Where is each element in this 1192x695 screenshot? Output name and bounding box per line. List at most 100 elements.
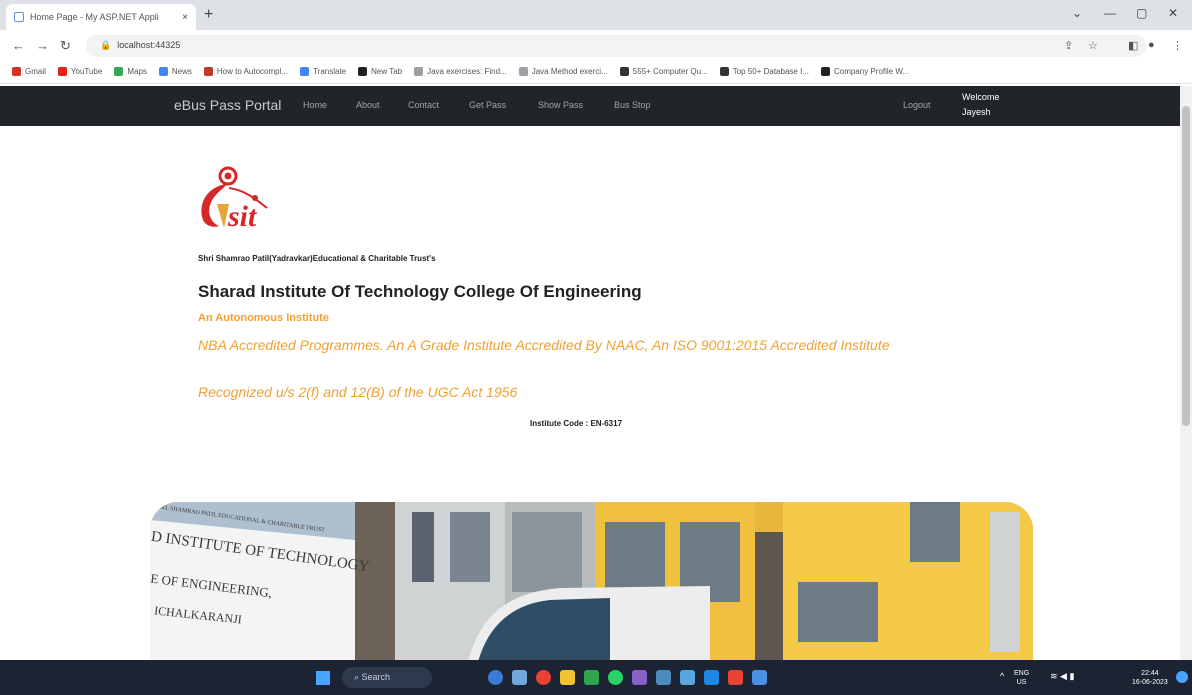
new-tab-button[interactable]: +	[204, 6, 213, 24]
bookmark-item[interactable]: Java exercises: Find...	[414, 67, 507, 76]
bookmark-item[interactable]: Gmail	[12, 67, 46, 76]
nav-link-contact[interactable]: Contact	[408, 100, 439, 110]
bookmark-favicon-icon	[158, 67, 168, 76]
welcome-label: Welcome	[962, 92, 1000, 102]
bookmark-item[interactable]: Java Method exerci...	[518, 67, 608, 76]
search-icon: ⌕	[354, 672, 362, 682]
recognition-text: Recognized u/s 2(f) and 12(B) of the UGC…	[198, 384, 518, 400]
bookmark-label: News	[171, 67, 192, 76]
visual-studio-icon[interactable]	[632, 670, 647, 685]
bookmark-favicon-icon	[820, 67, 830, 76]
autonomous-label: An Autonomous Institute	[198, 312, 329, 324]
bookmark-item[interactable]: News	[158, 67, 192, 76]
close-window-button[interactable]: ✕	[1168, 6, 1178, 20]
browser-tab[interactable]: Home Page - My ASP.NET Appli ×	[6, 4, 196, 30]
language-indicator[interactable]: ENG US	[1014, 669, 1029, 687]
bookmark-item[interactable]: 555+ Computer Qu...	[619, 67, 708, 76]
svg-text:sit: sit	[227, 200, 258, 233]
lock-icon: 🔒	[100, 40, 112, 50]
tab-close-icon[interactable]: ×	[182, 12, 188, 23]
bookmark-star-icon[interactable]: ☆	[1088, 39, 1098, 52]
page-favicon-icon	[14, 12, 24, 22]
bookmark-favicon-icon	[358, 67, 368, 76]
bookmark-label: Top 50+ Database I...	[732, 67, 809, 76]
bookmark-label: Maps	[127, 67, 147, 76]
profile-avatar-icon[interactable]: ●	[1148, 39, 1155, 51]
bookmark-favicon-icon	[203, 67, 213, 76]
bookmarks-bar: Gmail YouTube Maps News How to Autocompl... T…	[0, 60, 1192, 84]
navbar-brand[interactable]: eBus Pass Portal	[174, 97, 281, 113]
widgets-icon[interactable]	[488, 670, 503, 685]
bookmark-item[interactable]: Top 50+ Database I...	[719, 67, 809, 76]
chrome-icon[interactable]	[536, 670, 551, 685]
back-button[interactable]: ←	[12, 38, 25, 53]
tab-search-icon[interactable]: ⌄	[1072, 6, 1082, 20]
bookmark-label: Translate	[313, 67, 347, 76]
address-bar[interactable]: 🔒 localhost:44325	[86, 35, 1146, 57]
app-icon-3[interactable]	[728, 670, 743, 685]
bookmark-item[interactable]: Maps	[114, 67, 147, 76]
windows-start-icon[interactable]	[316, 671, 330, 685]
bookmark-favicon-icon	[719, 67, 729, 76]
app-icon-4[interactable]	[752, 670, 767, 685]
bookmark-favicon-icon	[414, 67, 424, 76]
minimize-button[interactable]: —	[1104, 6, 1116, 20]
institute-code: Institute Code : EN-6317	[530, 419, 623, 428]
bookmark-favicon-icon	[12, 67, 21, 76]
nav-link-about[interactable]: About	[356, 100, 380, 110]
region-label: US	[1016, 679, 1027, 686]
bookmark-label: YouTube	[70, 67, 103, 76]
bookmark-item[interactable]: New Tab	[358, 67, 402, 76]
sidepanel-icon[interactable]: ◧	[1128, 39, 1138, 52]
bookmark-item[interactable]: YouTube	[57, 67, 103, 76]
nav-link-show-pass[interactable]: Show Pass	[538, 100, 583, 110]
logout-link[interactable]: Logout	[903, 100, 931, 110]
bookmark-favicon-icon	[57, 67, 67, 76]
tab-title: Home Page - My ASP.NET Appli	[30, 12, 159, 22]
bookmark-favicon-icon	[619, 67, 629, 76]
bookmark-item[interactable]: Company Profile W...	[820, 67, 909, 76]
vscode-icon[interactable]	[704, 670, 719, 685]
clock[interactable]: 22:44 16-06-2023	[1132, 669, 1168, 687]
accreditation-text: NBA Accredited Programmes. An A Grade In…	[198, 337, 890, 353]
whatsapp-icon[interactable]	[608, 670, 623, 685]
app-icon[interactable]	[656, 670, 671, 685]
trust-name: Shri Shamrao Patil(Yadravkar)Educational…	[198, 254, 436, 263]
clock-time: 22:44	[1141, 670, 1159, 677]
bookmark-item[interactable]: Translate	[300, 67, 346, 76]
bookmark-label: Java exercises: Find...	[427, 67, 507, 76]
bookmark-label: 555+ Computer Qu...	[632, 67, 708, 76]
app-icon-2[interactable]	[680, 670, 695, 685]
browser-menu-icon[interactable]: ⋮	[1172, 39, 1183, 52]
bookmark-label: New Tab	[371, 67, 403, 76]
page-scrollbar[interactable]	[1180, 86, 1192, 660]
forward-button[interactable]: →	[36, 38, 49, 53]
bookmark-item[interactable]: How to Autocompl...	[203, 67, 288, 76]
taskbar-search[interactable]: ⌕ Search	[342, 667, 432, 688]
notification-icon[interactable]	[1176, 671, 1188, 683]
reload-button[interactable]: ↻	[60, 38, 71, 54]
browser-tabstrip: Home Page - My ASP.NET Appli × + ⌄ — ▢ ✕	[0, 0, 1192, 30]
language-label: ENG	[1014, 670, 1030, 677]
wifi-volume-battery-icon[interactable]: ≋ ◀ ▮	[1050, 672, 1074, 681]
tray-chevron-icon[interactable]: ^	[1000, 672, 1004, 681]
nav-link-get-pass[interactable]: Get Pass	[469, 100, 506, 110]
sit-logo: sit	[197, 164, 277, 236]
scrollbar-thumb[interactable]	[1182, 106, 1190, 426]
college-name: Sharad Institute Of Technology College O…	[198, 282, 642, 301]
nav-link-bus-stop[interactable]: Bus Stop	[614, 100, 651, 110]
bookmark-label: Java Method exerci...	[531, 67, 608, 76]
task-view-icon[interactable]	[512, 670, 527, 685]
bookmark-favicon-icon	[300, 67, 310, 76]
site-navbar: eBus Pass Portal Home About Contact Get …	[0, 86, 1180, 126]
file-explorer-icon[interactable]	[560, 670, 575, 685]
share-icon[interactable]: ⇪	[1064, 39, 1073, 52]
bookmark-label: Gmail	[25, 67, 46, 76]
maximize-button[interactable]: ▢	[1136, 6, 1147, 20]
taskbar-search-label: Search	[361, 672, 391, 682]
bookmark-favicon-icon	[114, 67, 124, 76]
nav-link-home[interactable]: Home	[303, 100, 327, 110]
store-icon[interactable]	[584, 670, 599, 685]
bookmark-favicon-icon	[518, 67, 528, 76]
clock-date: 16-06-2023	[1132, 679, 1168, 686]
